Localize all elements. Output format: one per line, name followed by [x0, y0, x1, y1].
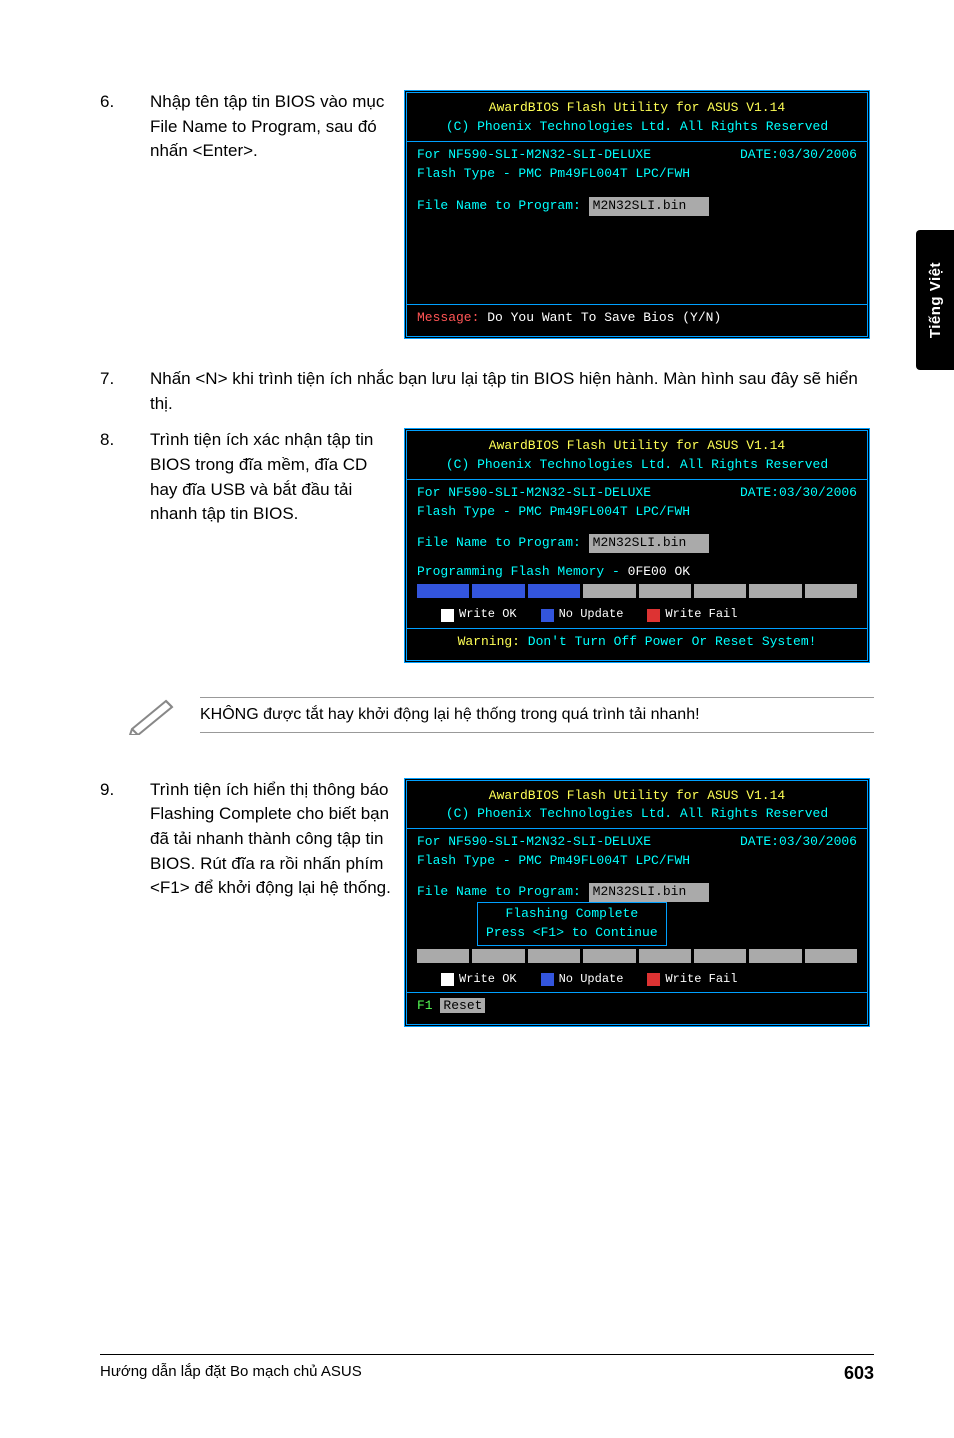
pencil-note-icon — [126, 691, 180, 740]
bios3-title: AwardBIOS Flash Utility for ASUS V1.14 — [417, 787, 857, 806]
bios3-file-value: M2N32SLI.bin — [589, 883, 709, 902]
bios1-msg-label: Message: — [417, 310, 479, 325]
bios-screen-1: AwardBIOS Flash Utility for ASUS V1.14 (… — [404, 90, 870, 339]
step-9-text: Trình tiện ích hiển thị thông báo Flashi… — [150, 778, 394, 901]
swatch-red-icon — [647, 973, 660, 986]
bios1-msg-text: Do You Want To Save Bios (Y/N) — [479, 310, 721, 325]
bios3-board-row: For NF590-SLI-M2N32-SLI-DELUXE DATE:03/30… — [417, 833, 857, 852]
swatch-blue-icon — [541, 609, 554, 622]
bios3-date: DATE:03/30/2006 — [740, 833, 857, 852]
bios2-board: For NF590-SLI-M2N32-SLI-DELUXE — [417, 485, 651, 500]
step-7-number: 7. — [100, 367, 150, 416]
bios2-flash-type: Flash Type - PMC Pm49FL004T LPC/FWH — [417, 503, 857, 522]
bios1-file-row: File Name to Program: M2N32SLI.bin — [417, 197, 857, 216]
step-8-row: 8. Trình tiện ích xác nhận tập tin BIOS … — [100, 428, 874, 662]
bios3-legend: Write OK No Update Write Fail — [417, 971, 857, 988]
bios1-message-row: Message: Do You Want To Save Bios (Y/N) — [417, 309, 857, 328]
bios2-title: AwardBIOS Flash Utility for ASUS V1.14 — [417, 437, 857, 456]
bios3-file-label: File Name to Program: — [417, 884, 581, 899]
swatch-white-icon — [441, 973, 454, 986]
bios1-title: AwardBIOS Flash Utility for ASUS V1.14 — [417, 99, 857, 118]
bios3-flash-complete-box: Flashing Complete Press <F1> to Continue — [477, 902, 667, 946]
step-6-number: 6. — [100, 90, 150, 164]
bios2-prog-addr: 0FE00 OK — [628, 564, 690, 579]
bios2-date: DATE:03/30/2006 — [740, 484, 857, 503]
page-content: 6. Nhập tên tập tin BIOS vào mục File Na… — [0, 0, 954, 1438]
bios2-warn-text: Don't Turn Off Power Or Reset System! — [520, 634, 816, 649]
step-9: 9. Trình tiện ích hiển thị thông báo Fla… — [100, 778, 394, 901]
bios3-file-row: File Name to Program: M2N32SLI.bin — [417, 883, 857, 902]
bios2-copyright: (C) Phoenix Technologies Ltd. All Rights… — [417, 456, 857, 475]
bios1-file-label: File Name to Program: — [417, 198, 581, 213]
bios2-prog-row: Programming Flash Memory - 0FE00 OK — [417, 563, 857, 582]
bios1-copyright: (C) Phoenix Technologies Ltd. All Rights… — [417, 118, 857, 137]
page-number: 603 — [844, 1363, 874, 1384]
bios2-board-row: For NF590-SLI-M2N32-SLI-DELUXE DATE:03/30… — [417, 484, 857, 503]
bios2-file-row: File Name to Program: M2N32SLI.bin — [417, 534, 857, 553]
bios3-board: For NF590-SLI-M2N32-SLI-DELUXE — [417, 834, 651, 849]
note-callout: KHÔNG được tắt hay khởi động lại hệ thốn… — [126, 691, 874, 740]
step-6-text: Nhập tên tập tin BIOS vào mục File Name … — [150, 90, 394, 164]
swatch-white-icon — [441, 609, 454, 622]
bios3-copyright: (C) Phoenix Technologies Ltd. All Rights… — [417, 805, 857, 824]
bios1-board-row: For NF590-SLI-M2N32-SLI-DELUXE DATE:03/30… — [417, 146, 857, 165]
step-8: 8. Trình tiện ích xác nhận tập tin BIOS … — [100, 428, 394, 527]
bios3-flash-complete: Flashing Complete — [486, 905, 658, 924]
bios2-file-label: File Name to Program: — [417, 535, 581, 550]
legend3-write-fail: Write Fail — [647, 971, 737, 988]
step-9-row: 9. Trình tiện ích hiển thị thông báo Fla… — [100, 778, 874, 1027]
bios1-flash-type: Flash Type - PMC Pm49FL004T LPC/FWH — [417, 165, 857, 184]
bios2-warn-label: Warning: — [458, 634, 520, 649]
step-7-text: Nhấn <N> khi trình tiện ích nhắc bạn lưu… — [150, 367, 874, 416]
legend-write-ok: Write OK — [441, 606, 517, 623]
bios3-f1-label: F1 — [417, 998, 433, 1013]
legend-write-fail: Write Fail — [647, 606, 737, 623]
bios3-f1-row: F1 Reset — [417, 997, 857, 1016]
bios3-flash-type: Flash Type - PMC Pm49FL004T LPC/FWH — [417, 852, 857, 871]
legend-no-update: No Update — [541, 606, 624, 623]
note-text: KHÔNG được tắt hay khởi động lại hệ thốn… — [200, 698, 874, 732]
bios2-warning-row: Warning: Don't Turn Off Power Or Reset S… — [417, 633, 857, 652]
page-footer: Hướng dẫn lắp đặt Bo mạch chủ ASUS 603 — [100, 1354, 874, 1384]
bios3-reset: Reset — [440, 998, 485, 1013]
swatch-blue-icon — [541, 973, 554, 986]
step-8-text: Trình tiện ích xác nhận tập tin BIOS tro… — [150, 428, 394, 527]
legend3-no-update: No Update — [541, 971, 624, 988]
bios2-progress-bar — [417, 584, 857, 598]
legend3-write-ok: Write OK — [441, 971, 517, 988]
bios1-date: DATE:03/30/2006 — [740, 146, 857, 165]
bios3-progress-bar — [417, 949, 857, 963]
bios-screen-2: AwardBIOS Flash Utility for ASUS V1.14 (… — [404, 428, 870, 662]
swatch-red-icon — [647, 609, 660, 622]
step-6-row: 6. Nhập tên tập tin BIOS vào mục File Na… — [100, 90, 874, 339]
footer-left: Hướng dẫn lắp đặt Bo mạch chủ ASUS — [100, 1363, 362, 1384]
step-9-number: 9. — [100, 778, 150, 901]
step-7: 7. Nhấn <N> khi trình tiện ích nhắc bạn … — [100, 367, 874, 416]
bios2-prog-label: Programming Flash Memory - — [417, 564, 628, 579]
bios1-file-input[interactable]: M2N32SLI.bin — [589, 197, 709, 216]
bios2-legend: Write OK No Update Write Fail — [417, 606, 857, 623]
step-6: 6. Nhập tên tập tin BIOS vào mục File Na… — [100, 90, 394, 164]
bios1-board: For NF590-SLI-M2N32-SLI-DELUXE — [417, 147, 651, 162]
step-8-number: 8. — [100, 428, 150, 527]
bios2-file-value: M2N32SLI.bin — [589, 534, 709, 553]
bios-screen-3: AwardBIOS Flash Utility for ASUS V1.14 (… — [404, 778, 870, 1027]
bios3-press-f1: Press <F1> to Continue — [486, 924, 658, 943]
